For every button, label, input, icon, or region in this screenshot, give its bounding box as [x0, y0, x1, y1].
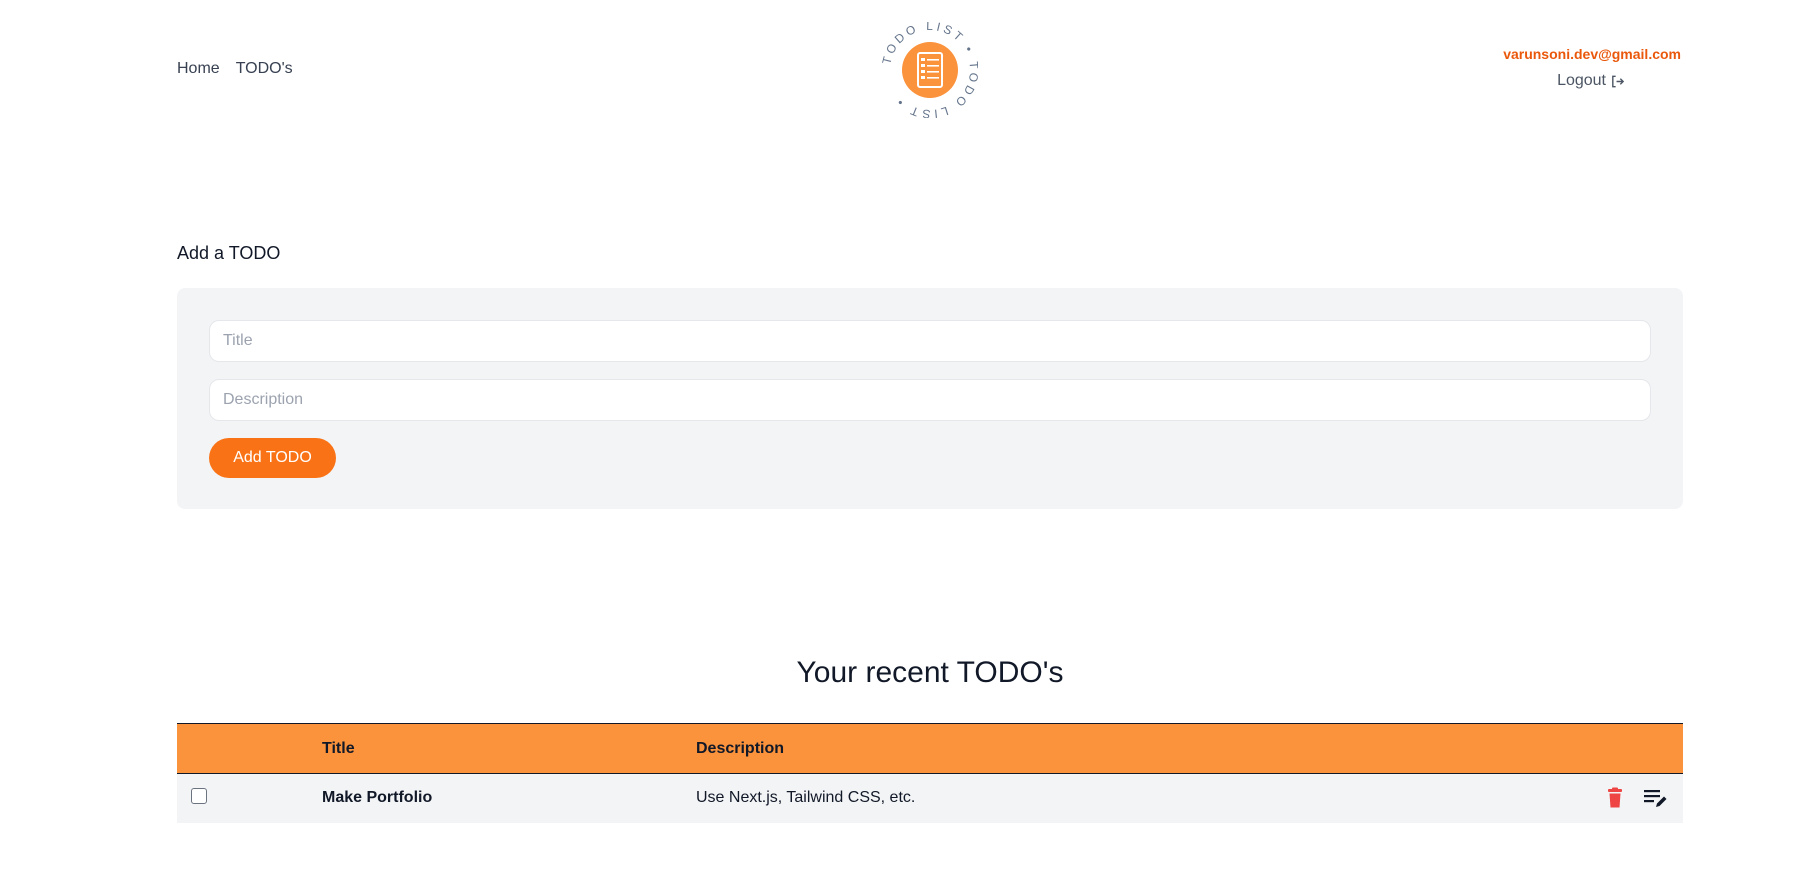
add-todo-form: Add TODO: [177, 288, 1683, 509]
user-info: varunsoni.dev@gmail.com Logout: [1503, 46, 1681, 90]
logo-graphic: TODO LIST • TODO LIST •: [879, 19, 978, 121]
description-input[interactable]: [209, 379, 1651, 421]
todo-list-logo[interactable]: TODO LIST • TODO LIST •: [879, 19, 978, 121]
todo-description: Use Next.js, Tailwind CSS, etc.: [696, 789, 916, 806]
todos-table: Title Description Make Portfolio Use Nex…: [177, 723, 1683, 823]
nav-todos-link[interactable]: TODO's: [236, 60, 293, 78]
user-email: varunsoni.dev@gmail.com: [1503, 46, 1681, 62]
column-header-title: Title: [322, 740, 355, 757]
table-header: Title Description: [177, 723, 1683, 774]
trash-icon[interactable]: [1605, 787, 1625, 809]
main-nav: Home TODO's: [177, 60, 293, 78]
title-input[interactable]: [209, 320, 1651, 362]
table-row: Make Portfolio Use Next.js, Tailwind CSS…: [177, 774, 1683, 823]
nav-home-link[interactable]: Home: [177, 60, 220, 78]
todo-title: Make Portfolio: [322, 789, 433, 806]
add-todo-button[interactable]: Add TODO: [209, 438, 336, 478]
recent-todos-heading: Your recent TODO's: [796, 656, 1064, 689]
logout-button[interactable]: Logout: [1557, 72, 1625, 90]
logout-icon: [1612, 75, 1625, 87]
edit-list-icon[interactable]: [1643, 787, 1667, 809]
todo-complete-checkbox[interactable]: [191, 788, 207, 804]
logout-label: Logout: [1557, 72, 1606, 89]
add-todo-heading: Add a TODO: [177, 243, 281, 263]
site-header: Home TODO's TODO LIST • TODO LIST • varu…: [0, 0, 1809, 140]
column-header-description: Description: [696, 740, 785, 757]
